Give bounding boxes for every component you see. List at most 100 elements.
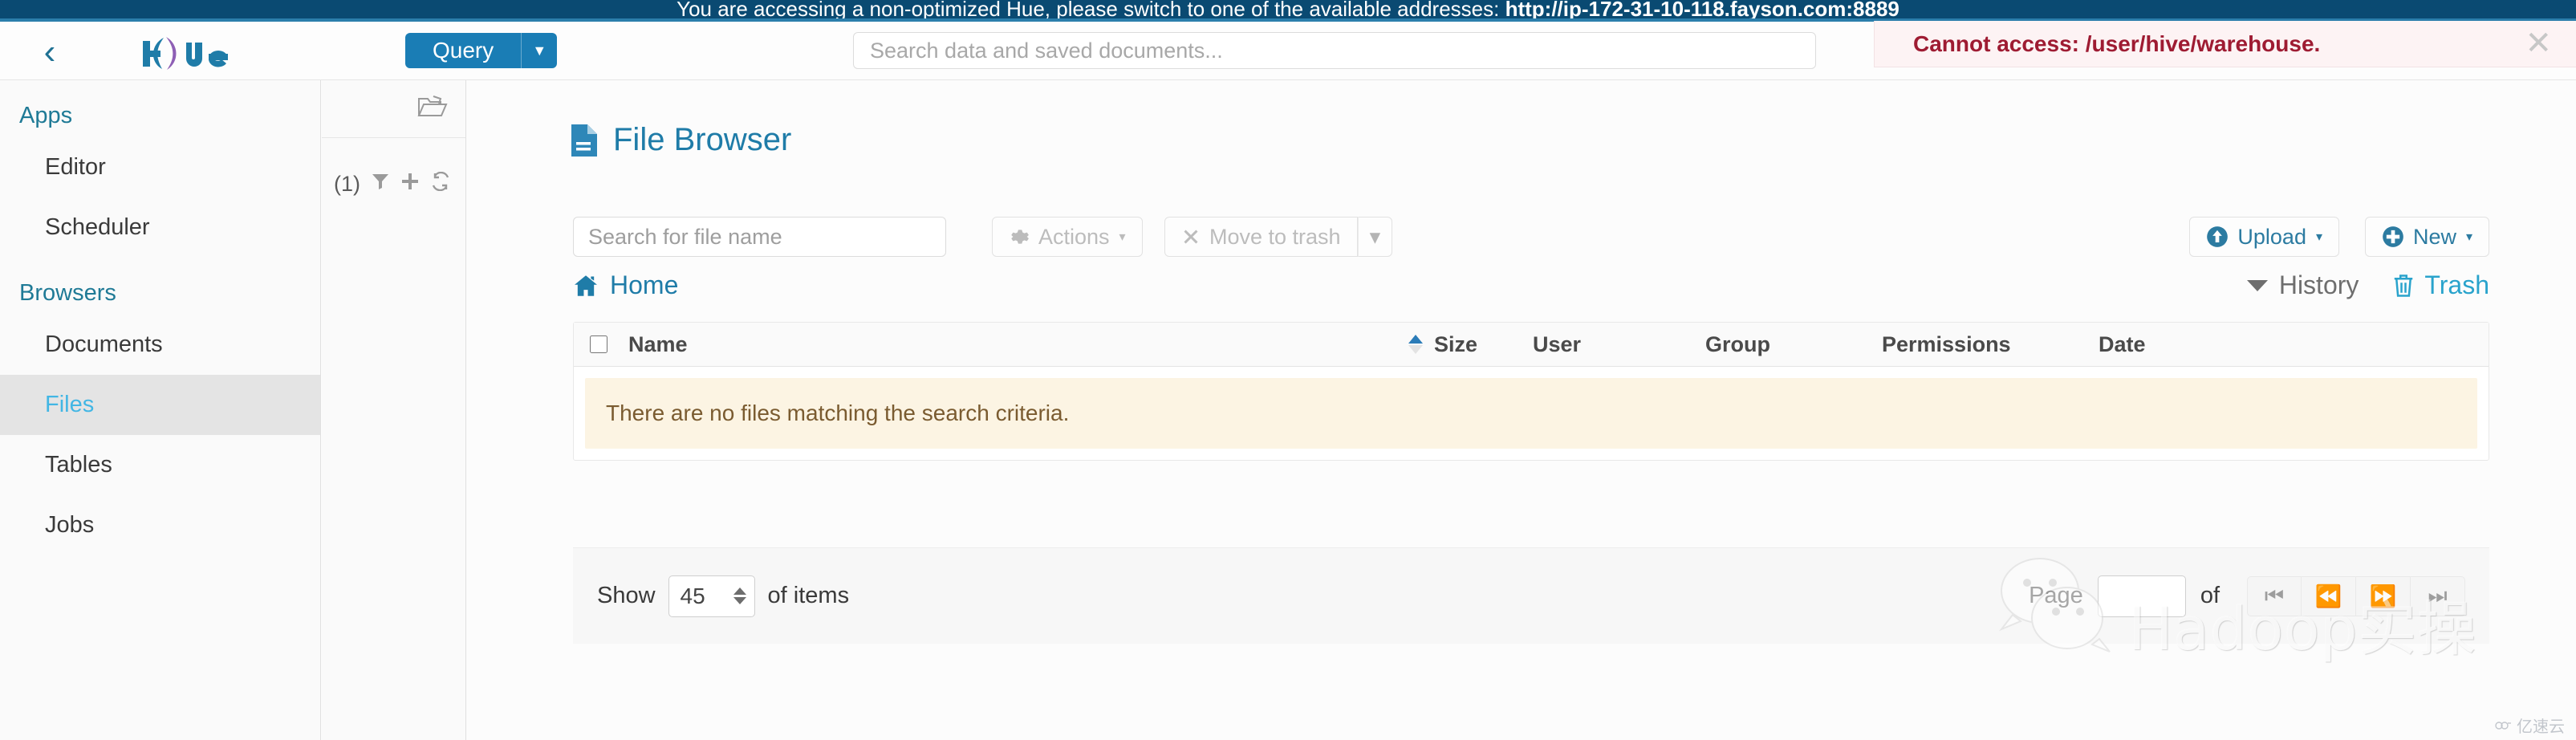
chevron-down-icon: ▾	[1119, 230, 1126, 244]
file-table-header: Name Size User Group Permissions Date	[574, 323, 2489, 367]
sidebar-item-files[interactable]: Files	[0, 375, 320, 435]
sidebar-item-label: Jobs	[45, 512, 95, 538]
page-number-input[interactable]	[2097, 575, 2186, 617]
breadcrumb-row: Home History Trash	[573, 270, 2489, 307]
select-all-checkbox[interactable]	[589, 335, 607, 353]
page-navigation-block: Page of ⏮ ⏪ ⏩ ⏭	[2029, 575, 2465, 617]
document-icon	[570, 124, 597, 157]
new-button[interactable]: New ▾	[2364, 217, 2489, 257]
banner-url[interactable]: http://ip-172-31-10-118.fayson.com:8889	[1505, 0, 1899, 18]
move-to-trash-group: Move to trash ▾	[1164, 217, 1393, 257]
non-optimized-banner: You are accessing a non-optimized Hue, p…	[0, 0, 2576, 18]
chevron-down-icon: ▾	[2465, 230, 2472, 244]
corner-brand-text: 亿速云	[2517, 717, 2565, 736]
of-items-label: of items	[767, 583, 850, 608]
first-page-button[interactable]: ⏮	[2247, 575, 2302, 616]
sidebar-item-editor[interactable]: Editor	[0, 137, 320, 197]
assist-count-label: (1)	[334, 172, 360, 196]
last-page-button[interactable]: ⏭	[2411, 575, 2465, 616]
page-size-stepper[interactable]: 45	[668, 575, 755, 617]
sidebar-item-jobs[interactable]: Jobs	[0, 495, 320, 555]
trash-button[interactable]: Trash	[2392, 270, 2489, 300]
history-button[interactable]: History	[2246, 270, 2359, 300]
trash-label: Trash	[2424, 270, 2489, 299]
page-title: File Browser	[570, 122, 2576, 158]
table-right-links: History Trash	[2246, 270, 2489, 300]
file-toolbar: Actions ▾ Move to trash ▾	[573, 217, 2489, 257]
page-size-block: Show 45 of items	[597, 575, 849, 617]
upload-button-label: Upload	[2237, 224, 2306, 249]
history-label: History	[2278, 270, 2359, 299]
plus-icon[interactable]	[400, 172, 420, 197]
pagination-buttons: ⏮ ⏪ ⏩ ⏭	[2247, 575, 2465, 616]
column-header-size-label: Size	[1434, 331, 1478, 356]
query-button-label: Query	[433, 38, 494, 63]
error-alert: Cannot access: /user/hive/warehouse. ✕	[1874, 21, 2576, 67]
move-to-trash-caret-button[interactable]: ▾	[1357, 217, 1393, 257]
file-search-input[interactable]	[573, 217, 946, 257]
sort-ascending-icon	[1408, 335, 1423, 354]
new-button-label: New	[2412, 224, 2456, 249]
assist-panel: (1)	[322, 80, 466, 740]
pagination-bar: Show 45 of items Page of ⏮ ⏪ ⏩ ⏭	[573, 547, 2489, 644]
chevron-down-icon: ▾	[1369, 224, 1381, 249]
banner-text: You are accessing a non-optimized Hue, p…	[677, 0, 1505, 18]
sidebar-item-documents[interactable]: Documents	[0, 315, 320, 375]
column-header-date[interactable]: Date	[2099, 332, 2259, 357]
close-x-icon	[1181, 227, 1201, 246]
breadcrumb-home[interactable]: Home	[573, 270, 678, 300]
move-to-trash-button[interactable]: Move to trash	[1164, 217, 1358, 257]
of-label: of	[2200, 583, 2220, 608]
hue-logo[interactable]	[128, 33, 289, 73]
upload-button[interactable]: Upload ▾	[2189, 217, 2339, 257]
column-header-name[interactable]: Name	[622, 332, 1408, 357]
sidebar-item-label: Editor	[45, 154, 106, 180]
query-button[interactable]: Query ▼	[405, 33, 558, 68]
sidebar-item-scheduler[interactable]: Scheduler	[0, 197, 320, 258]
empty-state-message: There are no files matching the search c…	[585, 378, 2477, 449]
column-header-size[interactable]: Size	[1408, 332, 1533, 357]
main-content: File Browser Actions ▾ Move to trash	[467, 80, 2576, 740]
sidebar-item-tables[interactable]: Tables	[0, 435, 320, 495]
select-all-checkbox-cell[interactable]	[574, 333, 622, 356]
column-header-user[interactable]: User	[1533, 332, 1705, 357]
folder-open-icon[interactable]	[417, 93, 448, 124]
caret-down-icon	[2246, 279, 2268, 291]
chevron-down-icon: ▾	[2315, 230, 2322, 244]
move-to-trash-label: Move to trash	[1209, 224, 1341, 249]
column-header-permissions[interactable]: Permissions	[1882, 332, 2099, 357]
close-icon[interactable]: ✕	[2525, 27, 2552, 59]
stepper-arrows-icon[interactable]	[733, 588, 746, 604]
gear-icon	[1009, 226, 1030, 247]
show-label: Show	[597, 583, 656, 608]
sidebar-item-label: Files	[45, 392, 95, 417]
corner-brand: 亿速云	[2494, 714, 2565, 737]
next-page-button[interactable]: ⏩	[2356, 575, 2411, 616]
assist-panel-actions: (1)	[322, 171, 465, 197]
error-alert-message: Cannot access: /user/hive/warehouse.	[1913, 30, 2321, 56]
sidebar-group-browsers: Browsers	[19, 280, 116, 306]
home-icon	[573, 274, 599, 297]
previous-page-button[interactable]: ⏪	[2302, 575, 2356, 616]
sidebar-item-label: Scheduler	[45, 214, 150, 240]
sidebar-group-apps: Apps	[19, 103, 73, 128]
refresh-icon[interactable]	[430, 171, 451, 197]
left-sidebar: Apps Editor Scheduler Browsers Documents…	[0, 80, 321, 740]
sidebar-item-label: Documents	[45, 331, 163, 357]
global-search-input[interactable]	[853, 32, 1816, 69]
file-table: Name Size User Group Permissions Date Th…	[573, 322, 2489, 461]
chevron-down-icon[interactable]: ▼	[522, 33, 557, 68]
sidebar-item-label: Tables	[45, 452, 112, 478]
plus-circle-icon	[2382, 226, 2404, 248]
filter-icon[interactable]	[371, 172, 390, 197]
page-size-value: 45	[680, 583, 705, 608]
actions-button[interactable]: Actions ▾	[992, 217, 1143, 257]
column-header-group[interactable]: Group	[1705, 332, 1882, 357]
breadcrumb-home-label: Home	[610, 270, 679, 299]
assist-panel-header	[322, 80, 465, 138]
page-label: Page	[2029, 583, 2083, 608]
cloud-icon	[2495, 721, 2511, 730]
trash-icon	[2392, 274, 2415, 298]
upload-icon	[2206, 226, 2229, 248]
back-chevron-icon[interactable]: ‹	[34, 35, 66, 70]
